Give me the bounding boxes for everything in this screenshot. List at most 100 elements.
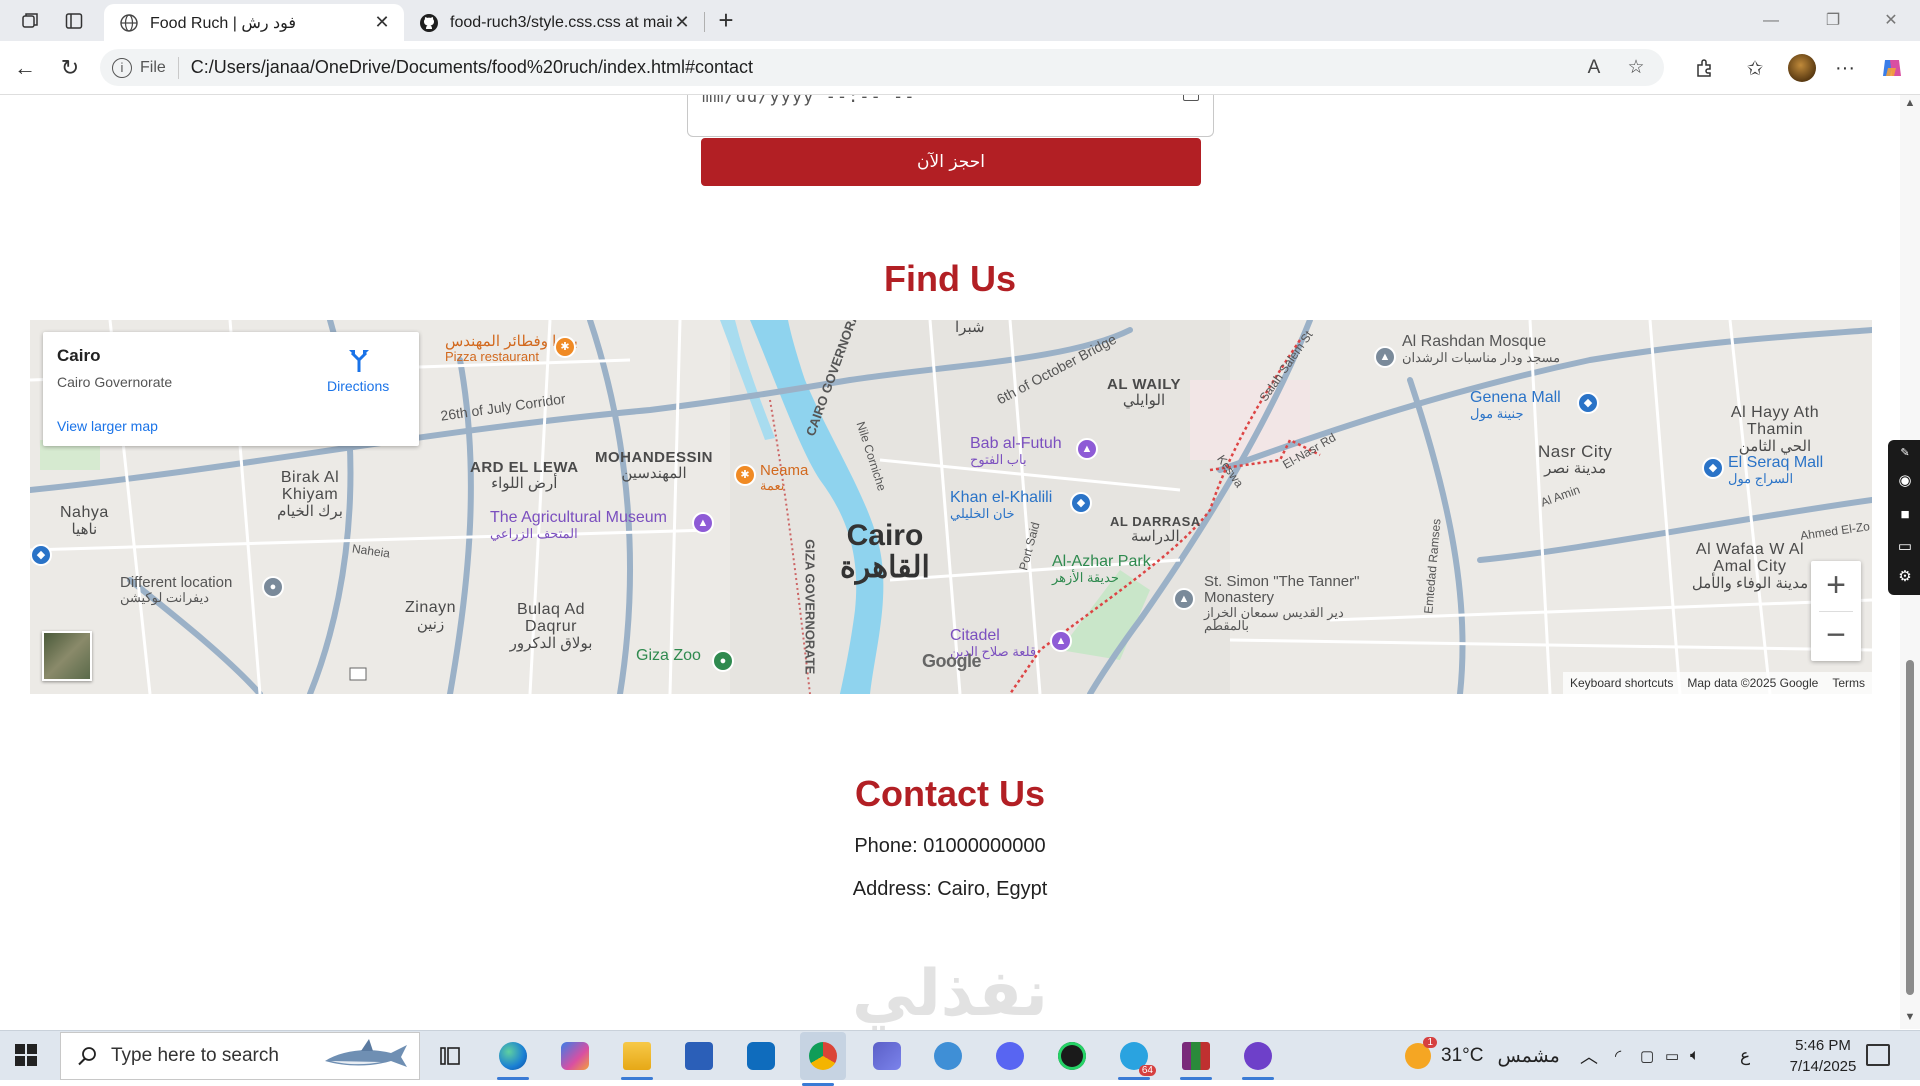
pencil-icon[interactable]: ✎ — [1896, 444, 1914, 462]
new-tab-button[interactable]: + — [710, 6, 742, 36]
restaurant-pin-icon[interactable]: ✱ — [734, 464, 756, 486]
telegram-icon[interactable]: 64 — [1116, 1038, 1156, 1080]
window-icon[interactable]: ▭ — [1896, 538, 1914, 556]
museum-pin-icon[interactable]: ▲ — [692, 512, 714, 534]
whatsapp-icon[interactable] — [1054, 1038, 1090, 1074]
zoom-out-button[interactable]: − — [1811, 611, 1861, 661]
map-label-city: Cairo القاهرة — [840, 519, 930, 584]
extensions-icon[interactable] — [1690, 53, 1720, 83]
scrollbar-thumb[interactable] — [1906, 660, 1914, 995]
winrar-icon[interactable] — [1178, 1038, 1214, 1080]
landmark-pin-icon[interactable]: ▲ — [1050, 630, 1072, 652]
directions-icon[interactable] — [346, 346, 372, 372]
map-poi-neama[interactable]: Neama نعمة — [760, 463, 808, 492]
battery-icon[interactable]: ▭ — [1665, 1031, 1679, 1081]
close-tab-icon[interactable]: ✕ — [372, 12, 392, 33]
minimize-button[interactable]: — — [1748, 8, 1794, 34]
calendar-icon[interactable] — [1183, 95, 1199, 101]
address-bar[interactable]: i File C:/Users/janaa/OneDrive/Documents… — [100, 49, 1664, 86]
shopping-pin-icon[interactable]: ◆ — [1070, 492, 1092, 514]
teams-icon[interactable] — [869, 1038, 905, 1074]
microsoft-store-icon[interactable] — [681, 1038, 717, 1074]
book-now-button[interactable]: احجز الآن — [701, 138, 1201, 186]
map-zoom-controls: + − — [1811, 561, 1861, 661]
map-label-area: Nasr City مدينة نصر — [1538, 442, 1613, 477]
maximize-button[interactable]: ❐ — [1810, 8, 1856, 34]
chrome-icon[interactable] — [800, 1032, 846, 1086]
site-info-icon[interactable]: i — [112, 57, 132, 78]
tab-actions-icon[interactable] — [60, 8, 88, 34]
meet-now-icon[interactable]: ▢ — [1640, 1031, 1654, 1081]
copilot-icon[interactable] — [1877, 53, 1907, 83]
taskbar-search[interactable]: Type here to search — [60, 1032, 420, 1080]
workspaces-icon[interactable] — [16, 8, 44, 34]
file-explorer-icon[interactable] — [619, 1038, 655, 1080]
scroll-down-arrow-icon[interactable]: ▼ — [1900, 1011, 1920, 1027]
favorite-star-icon[interactable]: ☆ — [1622, 54, 1650, 82]
search-highlight-shark-icon — [325, 1039, 407, 1067]
keyboard-shortcuts-link[interactable]: Keyboard shortcuts — [1563, 676, 1680, 690]
discord-icon[interactable] — [992, 1038, 1028, 1074]
close-tab-icon[interactable]: ✕ — [672, 12, 692, 33]
directions-link[interactable]: Directions — [327, 378, 389, 394]
favorites-icon[interactable]: ✩ — [1740, 53, 1770, 83]
map-poi-agricultural-museum[interactable]: The Agricultural Museum المتحف الزراعي — [490, 509, 667, 540]
weather-widget[interactable]: 1 31°C مشمس — [1405, 1031, 1560, 1081]
landmark-pin-icon[interactable]: ▲ — [1076, 438, 1098, 460]
task-view-icon[interactable] — [432, 1038, 468, 1074]
shopping-pin-icon[interactable]: ◆ — [30, 544, 52, 566]
monastery-pin-icon[interactable]: ▲ — [1173, 588, 1195, 610]
close-window-button[interactable]: ✕ — [1868, 8, 1914, 34]
telegram-desktop-icon[interactable] — [930, 1038, 966, 1074]
map-label-area: AL DARRASA الدراسة — [1110, 514, 1201, 545]
read-aloud-icon[interactable]: A — [1580, 54, 1608, 82]
reload-icon[interactable]: ↻ — [55, 53, 85, 83]
google-map-embed[interactable]: AL WAILY الوايلي ARD EL LEWA أرض اللواء MO… — [30, 320, 1872, 694]
windows-start-icon[interactable] — [14, 1043, 38, 1067]
github-desktop-icon[interactable] — [1240, 1038, 1276, 1080]
scroll-up-arrow-icon[interactable]: ▲ — [1900, 97, 1920, 113]
tab-food-ruch[interactable]: Food Ruch | فود رش ✕ — [104, 4, 404, 41]
restaurant-pin-icon[interactable]: ✱ — [554, 336, 576, 358]
profile-avatar[interactable] — [1787, 53, 1817, 83]
map-poi-al-azhar-park[interactable]: Al-Azhar Park حديقة الأزهر — [1052, 553, 1151, 584]
map-poi-al-rashdan-mosque[interactable]: Al Rashdan Mosque مسجد ودار مناسبات الرشد… — [1402, 333, 1560, 364]
settings-gear-icon[interactable]: ⚙ — [1896, 568, 1914, 586]
outlook-icon[interactable] — [743, 1038, 779, 1074]
wifi-icon[interactable]: ◜ — [1615, 1031, 1621, 1081]
map-label-area: ARD EL LEWA أرض اللواء — [470, 459, 579, 492]
map-poi-bab-al-futuh[interactable]: Bab al-Futuh باب الفتوح — [970, 435, 1062, 466]
zoo-pin-icon[interactable]: ● — [712, 650, 734, 672]
edge-icon[interactable] — [495, 1038, 531, 1080]
map-poi-giza-zoo[interactable]: Giza Zoo — [636, 647, 701, 665]
notifications-icon[interactable] — [1866, 1044, 1890, 1066]
tab-github-style[interactable]: food-ruch3/style.css.css at main · ✕ — [404, 4, 704, 41]
map-terms-link[interactable]: Terms — [1825, 676, 1872, 690]
back-icon[interactable]: ← — [10, 53, 40, 83]
map-poi-genena-mall[interactable]: Genena Mall جنينة مول — [1470, 389, 1561, 420]
place-pin-icon[interactable]: ● — [262, 576, 284, 598]
view-larger-map-link[interactable]: View larger map — [57, 418, 158, 434]
volume-icon[interactable]: 🔈︎ — [1690, 1031, 1700, 1081]
shopping-pin-icon[interactable]: ◆ — [1702, 457, 1724, 479]
map-poi-st-simon-monastery[interactable]: St. Simon "The Tanner" Monastery دير القد… — [1204, 574, 1374, 633]
browser-toolbar: ← ↻ i File C:/Users/janaa/OneDrive/Docum… — [0, 41, 1920, 95]
zoom-in-button[interactable]: + — [1811, 561, 1861, 611]
booking-datetime-input[interactable]: mm/dd/yyyy --:-- -- — [687, 95, 1214, 137]
copilot-app-icon[interactable] — [557, 1038, 593, 1074]
url-text[interactable]: C:/Users/janaa/OneDrive/Documents/food%2… — [191, 57, 1580, 78]
input-language[interactable]: ع — [1740, 1031, 1750, 1081]
map-poi-el-seraq-mall[interactable]: El Seraq Mall السراج مول — [1728, 454, 1823, 485]
show-hidden-icons-chevron-icon[interactable]: ︿ — [1580, 1031, 1598, 1081]
satellite-layer-toggle[interactable] — [42, 631, 92, 681]
more-icon[interactable]: ··· — [1830, 53, 1860, 83]
github-icon — [418, 12, 440, 34]
find-us-title: Find Us — [884, 258, 1016, 299]
shopping-pin-icon[interactable]: ◆ — [1577, 392, 1599, 414]
video-icon[interactable]: ■ — [1896, 506, 1914, 524]
camera-icon[interactable]: ◉ — [1896, 472, 1914, 490]
taskbar-clock[interactable]: 5:46 PM 7/14/2025 — [1786, 1035, 1860, 1077]
map-poi-khan-el-khalili[interactable]: Khan el-Khalili خان الخليلي — [950, 489, 1052, 520]
map-poi-different-location[interactable]: Different location ديفرانت لوكيشن — [120, 575, 232, 604]
mosque-pin-icon[interactable]: ▲ — [1374, 346, 1396, 368]
